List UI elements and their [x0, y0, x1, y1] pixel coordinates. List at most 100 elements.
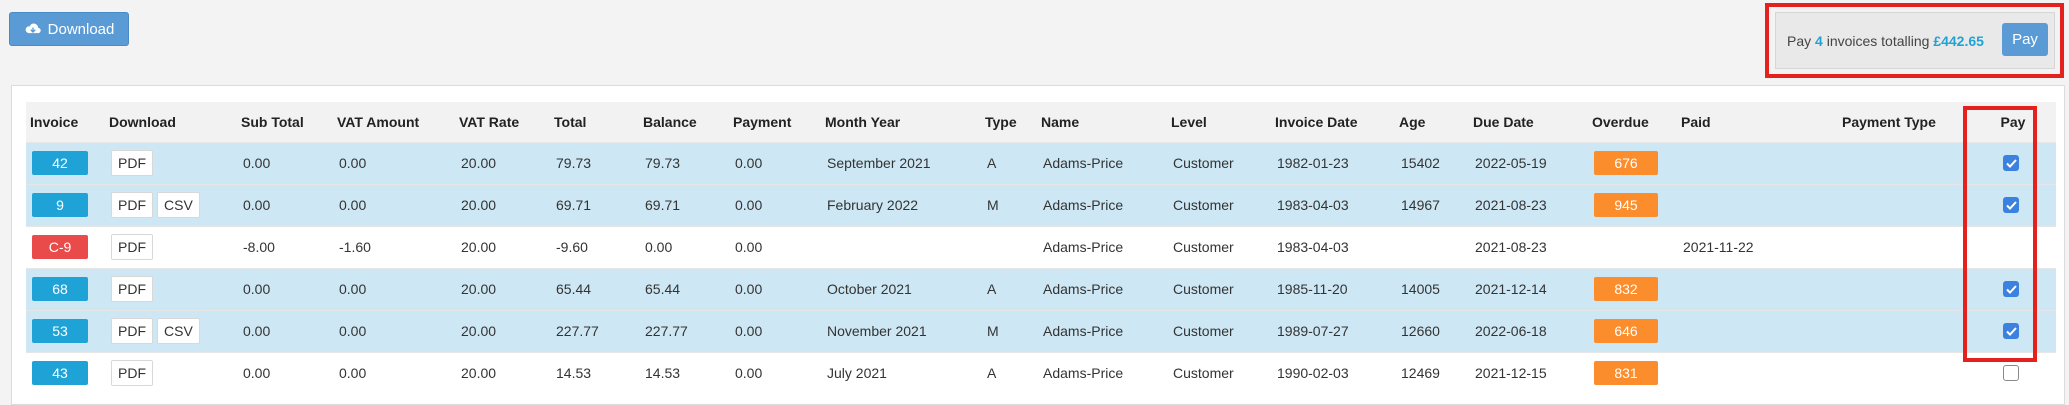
cell-sub-total: 0.00 — [237, 310, 333, 352]
cell-due-date: 2021-08-23 — [1469, 184, 1588, 226]
col-header[interactable]: Due Date — [1469, 102, 1588, 142]
cell-vat-amount: 0.00 — [333, 310, 455, 352]
cell-sub-total: 0.00 — [237, 184, 333, 226]
col-header[interactable]: Payment Type — [1838, 102, 1970, 142]
cell-download: PDF CSV — [105, 184, 237, 226]
download-pdf-button[interactable]: PDF — [111, 360, 153, 387]
cell-download: PDF CSV — [105, 310, 237, 352]
col-header[interactable]: Invoice Date — [1271, 102, 1395, 142]
cell-paid: 2021-11-22 — [1677, 226, 1838, 268]
col-header[interactable]: VAT Rate — [455, 102, 550, 142]
download-csv-button[interactable]: CSV — [157, 192, 200, 218]
cell-invoice: 9 — [26, 184, 105, 226]
cell-total: 69.71 — [550, 184, 639, 226]
cell-paid — [1677, 310, 1838, 352]
pay-summary-text: invoices totalling — [1826, 32, 1930, 49]
cell-name: Adams-Price — [1037, 310, 1167, 352]
overdue-badge: 831 — [1594, 361, 1658, 386]
download-pdf-button[interactable]: PDF — [111, 150, 153, 176]
cell-overdue: 676 — [1588, 142, 1677, 184]
overdue-badge: 832 — [1594, 277, 1658, 301]
cell-invoice: C-9 — [26, 226, 105, 268]
cell-vat-amount: -1.60 — [333, 226, 455, 268]
cell-payment: 0.00 — [729, 142, 821, 184]
col-header[interactable]: Level — [1167, 102, 1271, 142]
cell-age: 14005 — [1395, 268, 1469, 310]
download-button[interactable]: Download — [9, 12, 129, 46]
cell-payment: 0.00 — [729, 226, 821, 268]
cell-sub-total: -8.00 — [237, 226, 333, 268]
cell-balance: 0.00 — [639, 226, 729, 268]
cell-vat-amount: 0.00 — [333, 142, 455, 184]
pay-checkbox[interactable] — [2003, 365, 2019, 382]
cloud-download-icon — [25, 23, 41, 34]
cell-overdue: 945 — [1588, 184, 1677, 226]
download-pdf-button[interactable]: PDF — [111, 192, 153, 218]
cell-balance: 69.71 — [639, 184, 729, 226]
cell-month-year: July 2021 — [821, 352, 981, 394]
cell-level: Customer — [1167, 268, 1271, 310]
col-header[interactable]: Download — [105, 102, 237, 142]
cell-level: Customer — [1167, 226, 1271, 268]
col-header[interactable]: Month Year — [821, 102, 981, 142]
download-csv-button[interactable]: CSV — [157, 318, 200, 344]
download-pdf-button[interactable]: PDF — [111, 318, 153, 344]
table-row: 53 PDF CSV 0.00 0.00 20.00 227.77 227.77 0.00 Nov… — [26, 310, 2056, 352]
cell-paid — [1677, 184, 1838, 226]
cell-payment-type — [1838, 352, 1970, 394]
overdue-badge: 676 — [1594, 151, 1658, 175]
download-pdf-button[interactable]: PDF — [111, 276, 153, 302]
cell-invoice-date: 1983-04-03 — [1271, 184, 1395, 226]
cell-age: 12469 — [1395, 352, 1469, 394]
cell-name: Adams-Price — [1037, 268, 1167, 310]
cell-invoice-date: 1983-04-03 — [1271, 226, 1395, 268]
cell-balance: 79.73 — [639, 142, 729, 184]
invoice-number-badge[interactable]: C-9 — [32, 235, 88, 259]
download-pdf-button[interactable]: PDF — [111, 234, 153, 260]
cell-invoice: 43 — [26, 352, 105, 394]
cell-month-year: February 2022 — [821, 184, 981, 226]
cell-due-date: 2022-05-19 — [1469, 142, 1588, 184]
cell-age: 15402 — [1395, 142, 1469, 184]
pay-total-amount: £442.65 — [1933, 32, 1984, 49]
table-row: 9 PDF CSV 0.00 0.00 20.00 69.71 69.71 0.00 Februa… — [26, 184, 2056, 226]
cell-sub-total: 0.00 — [237, 268, 333, 310]
table-header-row: Invoice Download Sub Total VAT Amount VA… — [26, 102, 2056, 142]
col-header[interactable]: Payment — [729, 102, 821, 142]
cell-overdue — [1588, 226, 1677, 268]
cell-payment-type — [1838, 184, 1970, 226]
col-header[interactable]: Sub Total — [237, 102, 333, 142]
cell-payment-type — [1838, 268, 1970, 310]
cell-vat-amount: 0.00 — [333, 184, 455, 226]
cell-month-year: September 2021 — [821, 142, 981, 184]
invoice-number-badge[interactable]: 42 — [32, 151, 88, 175]
col-header[interactable]: Total — [550, 102, 639, 142]
cell-total: 14.53 — [550, 352, 639, 394]
cell-name: Adams-Price — [1037, 142, 1167, 184]
col-header[interactable]: VAT Amount — [333, 102, 455, 142]
cell-level: Customer — [1167, 352, 1271, 394]
pay-button[interactable]: Pay — [2002, 23, 2048, 56]
col-header[interactable]: Balance — [639, 102, 729, 142]
invoice-number-badge[interactable]: 9 — [32, 193, 88, 217]
cell-payment: 0.00 — [729, 184, 821, 226]
col-header[interactable]: Overdue — [1588, 102, 1677, 142]
invoice-number-badge[interactable]: 68 — [32, 277, 88, 301]
cell-due-date: 2022-06-18 — [1469, 310, 1588, 352]
cell-invoice: 42 — [26, 142, 105, 184]
cell-total: 65.44 — [550, 268, 639, 310]
invoice-number-badge[interactable]: 43 — [32, 361, 88, 386]
cell-paid — [1677, 268, 1838, 310]
col-header[interactable]: Paid — [1677, 102, 1838, 142]
cell-payment-type — [1838, 310, 1970, 352]
cell-vat-rate: 20.00 — [455, 268, 550, 310]
col-header[interactable]: Age — [1395, 102, 1469, 142]
col-header[interactable]: Name — [1037, 102, 1167, 142]
invoice-number-badge[interactable]: 53 — [32, 319, 88, 343]
col-header[interactable]: Invoice — [26, 102, 105, 142]
col-header[interactable]: Type — [981, 102, 1037, 142]
cell-month-year: November 2021 — [821, 310, 981, 352]
cell-download: PDF — [105, 142, 237, 184]
cell-level: Customer — [1167, 184, 1271, 226]
overdue-badge: 646 — [1594, 319, 1658, 343]
